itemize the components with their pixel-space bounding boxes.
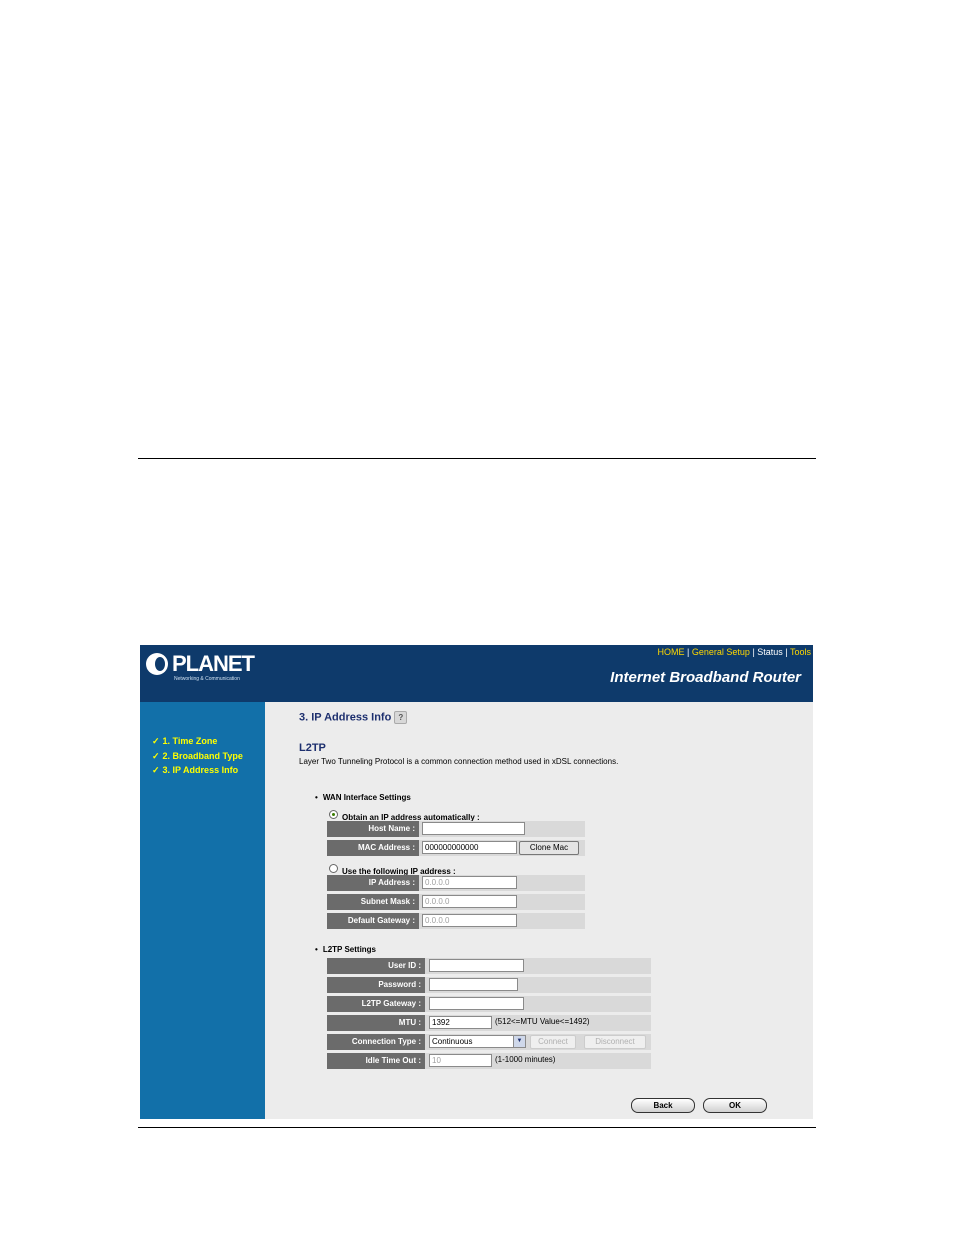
page-rule-bottom <box>138 1127 816 1128</box>
checkmark-icon: ✓ <box>152 736 160 746</box>
product-title: Internet Broadband Router <box>610 669 801 686</box>
sidebar-item-broadband-type[interactable]: ✓ 2. Broadband Type <box>152 751 243 766</box>
chevron-down-icon[interactable]: ▼ <box>513 1036 525 1047</box>
logo-text: PLANET <box>172 651 255 676</box>
nav-status[interactable]: Status <box>757 647 783 657</box>
user-id-label: User ID : <box>327 958 425 974</box>
connection-type-row: Connection Type : Continuous ▼ Connect D… <box>327 1034 651 1050</box>
idle-timeout-input[interactable]: 10 <box>429 1054 492 1067</box>
router-screenshot: PLANET Networking & Communication HOME |… <box>140 645 813 1119</box>
mac-address-input[interactable]: 000000000000 <box>422 841 517 854</box>
sidebar-item-ip-address-info[interactable]: ✓ 3. IP Address Info <box>152 765 243 780</box>
ip-address-label: IP Address : <box>327 875 419 891</box>
connection-type-value: Continuous <box>432 1037 473 1046</box>
idle-timeout-label: Idle Time Out : <box>327 1053 425 1069</box>
ip-address-input[interactable]: 0.0.0.0 <box>422 876 517 889</box>
user-id-input[interactable] <box>429 959 524 972</box>
mtu-hint: (512<=MTU Value<=1492) <box>495 1017 590 1026</box>
sidebar-item-time-zone[interactable]: ✓ 1. Time Zone <box>152 736 243 751</box>
nav-home[interactable]: HOME <box>658 647 685 657</box>
ip-address-row: IP Address : 0.0.0.0 <box>327 875 585 891</box>
checkmark-icon: ✓ <box>152 750 160 761</box>
mtu-label: MTU : <box>327 1015 425 1031</box>
l2tp-gateway-label: L2TP Gateway : <box>327 996 425 1012</box>
mode-title: L2TP <box>299 742 326 754</box>
connect-button[interactable]: Connect <box>530 1035 576 1049</box>
subnet-mask-label: Subnet Mask : <box>327 894 419 910</box>
password-row: Password : <box>327 977 651 993</box>
user-id-row: User ID : <box>327 958 651 974</box>
subnet-mask-row: Subnet Mask : 0.0.0.0 <box>327 894 585 910</box>
mtu-input[interactable]: 1392 <box>429 1016 492 1029</box>
default-gateway-label: Default Gateway : <box>327 913 419 929</box>
checkmark-icon: ✓ <box>152 765 160 775</box>
l2tp-gateway-input[interactable] <box>429 997 524 1010</box>
header-bar: PLANET Networking & Communication HOME |… <box>140 645 813 702</box>
ok-button[interactable]: OK <box>703 1098 767 1113</box>
host-name-input[interactable] <box>422 822 525 835</box>
nav-separator: | <box>782 647 790 657</box>
sidebar-item-label: 1. Time Zone <box>162 736 218 746</box>
nav-tools[interactable]: Tools <box>790 647 811 657</box>
disconnect-button[interactable]: Disconnect <box>584 1035 646 1049</box>
help-icon[interactable]: ? <box>394 711 408 724</box>
auto-ip-radio[interactable] <box>329 810 338 820</box>
default-gateway-input[interactable]: 0.0.0.0 <box>422 914 517 927</box>
clone-mac-button[interactable]: Clone Mac <box>519 841 579 855</box>
manual-ip-radio[interactable] <box>329 864 338 874</box>
host-name-row: Host Name : <box>327 821 585 837</box>
subnet-mask-input[interactable]: 0.0.0.0 <box>422 895 517 908</box>
l2tp-settings-heading: L2TP Settings <box>315 945 376 954</box>
host-name-label: Host Name : <box>327 821 419 837</box>
password-label: Password : <box>327 977 425 993</box>
sidebar-item-label: 2. Broadband Type <box>162 750 243 761</box>
mac-address-label: MAC Address : <box>327 840 419 856</box>
planet-logo-icon <box>146 653 168 675</box>
idle-timeout-row: Idle Time Out : 10 (1-1000 minutes) <box>327 1053 651 1069</box>
connection-type-label: Connection Type : <box>327 1034 425 1050</box>
main-content: 3. IP Address Info? L2TP Layer Two Tunne… <box>265 702 813 1119</box>
page-title: 3. IP Address Info? <box>299 711 408 724</box>
sidebar-item-label: 3. IP Address Info <box>162 765 239 775</box>
nav-general-setup[interactable]: General Setup <box>692 647 750 657</box>
page-rule-top <box>138 458 816 459</box>
page-title-text: 3. IP Address Info <box>299 711 392 724</box>
back-button[interactable]: Back <box>631 1098 695 1113</box>
l2tp-gateway-row: L2TP Gateway : <box>327 996 651 1012</box>
logo-tagline: Networking & Communication <box>174 676 240 682</box>
sidebar: ✓ 1. Time Zone ✓ 2. Broadband Type ✓ 3. IP … <box>140 702 265 1119</box>
password-input[interactable] <box>429 978 518 991</box>
idle-timeout-hint: (1-1000 minutes) <box>495 1055 556 1064</box>
default-gateway-row: Default Gateway : 0.0.0.0 <box>327 913 585 929</box>
connection-type-select[interactable]: Continuous ▼ <box>429 1035 526 1048</box>
top-nav: HOME | General Setup | Status | Tools <box>658 647 811 657</box>
mtu-row: MTU : 1392 (512<=MTU Value<=1492) <box>327 1015 651 1031</box>
wan-settings-heading: WAN Interface Settings <box>315 793 411 802</box>
mode-description: Layer Two Tunneling Protocol is a common… <box>299 757 619 766</box>
nav-separator: | <box>684 647 692 657</box>
mac-address-row: MAC Address : 000000000000 Clone Mac <box>327 840 585 856</box>
